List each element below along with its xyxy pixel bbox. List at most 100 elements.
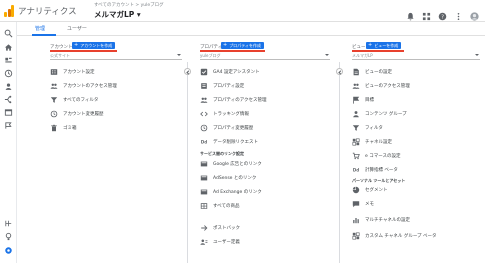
- list-item[interactable]: すべての商品: [200, 201, 240, 211]
- list-item[interactable]: GA4 設定アシスタント: [200, 67, 260, 77]
- create-property-button[interactable]: + プロパティを作成: [221, 42, 264, 49]
- list-item[interactable]: Dd 計算指標 ベータ: [352, 165, 398, 175]
- list-item[interactable]: Dd データ削除リクエスト: [200, 137, 258, 147]
- building-icon: [50, 68, 58, 76]
- user-def-icon: [200, 238, 208, 246]
- top-bar: アナリティクス すべてのアカウント > yuleブログ メルマガLP ▾ ?: [0, 0, 485, 22]
- cart-icon: [352, 152, 360, 160]
- list-item[interactable]: ゴミ箱: [50, 123, 77, 133]
- people-icon: [200, 96, 208, 104]
- search-icon[interactable]: [4, 29, 13, 38]
- list-item[interactable]: プロパティ設定: [200, 81, 244, 91]
- filter-icon: [50, 96, 58, 104]
- analytics-logo-icon[interactable]: [4, 5, 14, 17]
- dd-icon: Dd: [352, 166, 360, 174]
- list-item[interactable]: AdSense とのリンク: [200, 173, 256, 183]
- column-divider: [339, 62, 340, 263]
- active-tab-indicator: [32, 34, 56, 36]
- realtime-icon[interactable]: [4, 69, 13, 78]
- account-column: アカウント + アカウントを作成 公式サイト アカウント設定 アカウントのアクセス…: [50, 40, 182, 263]
- svg-text:Dd: Dd: [201, 140, 207, 145]
- link-card-icon: [200, 188, 208, 196]
- breadcrumb[interactable]: すべてのアカウント > yuleブログ: [94, 2, 164, 8]
- list-item[interactable]: チャネル設定: [352, 137, 392, 147]
- app-title: アナリティクス: [18, 7, 77, 17]
- list-item[interactable]: アカウント変更履歴: [50, 109, 104, 119]
- person-group-icon: [352, 110, 360, 118]
- admin-gear-icon[interactable]: [4, 246, 13, 255]
- property-selector[interactable]: メルマガLP ▾: [94, 9, 141, 20]
- people-icon: [352, 82, 360, 90]
- check-box-icon: [200, 68, 208, 76]
- create-account-button[interactable]: + アカウントを作成: [72, 42, 116, 49]
- filter-icon: [352, 124, 360, 132]
- history-icon: [50, 110, 58, 118]
- list-item[interactable]: ポストバック: [200, 223, 240, 233]
- red-underline: [50, 50, 117, 52]
- tracking-code-icon: [200, 110, 208, 118]
- acquisition-icon[interactable]: [4, 95, 13, 104]
- audience-icon[interactable]: [4, 82, 13, 91]
- svg-text:?: ?: [441, 15, 444, 21]
- list-item[interactable]: Google 広告とのリンク: [200, 159, 262, 169]
- red-underline: [200, 50, 265, 52]
- home-icon[interactable]: [4, 43, 13, 52]
- list-item[interactable]: プロパティのアクセス管理: [200, 95, 267, 105]
- red-underline: [352, 50, 404, 52]
- behavior-icon[interactable]: [4, 108, 13, 117]
- list-item[interactable]: すべてのフィルタ: [50, 95, 98, 105]
- list-item[interactable]: マルチチャネルの設定: [352, 215, 410, 225]
- chevron-left-icon[interactable]: [184, 68, 191, 75]
- property-select[interactable]: yuleブログ: [200, 53, 330, 60]
- channel-icon: [352, 232, 360, 240]
- history-icon: [200, 124, 208, 132]
- list-item[interactable]: カスタム チャネル グループ ベータ: [352, 231, 436, 241]
- channel-icon: [352, 138, 360, 146]
- avatar[interactable]: [470, 6, 479, 21]
- column-divider: [187, 62, 188, 263]
- list-item[interactable]: コンテンツ グループ: [352, 109, 407, 119]
- list-item[interactable]: e コマースの設定: [352, 151, 400, 161]
- attribution-icon[interactable]: [4, 219, 13, 228]
- list-item[interactable]: フィルタ: [352, 123, 383, 133]
- dd-icon: Dd: [200, 138, 208, 146]
- list-item[interactable]: ビューの設定: [352, 67, 392, 77]
- list-item[interactable]: Ad Exchange のリンク: [200, 187, 262, 197]
- admin-tabs: 管理 ユーザー: [17, 22, 485, 36]
- view-column: ビュー + ビューを作成 メルマガLP ビューの設定 ビューのアクセス管理 目標 …: [352, 40, 480, 263]
- list-item[interactable]: メモ: [352, 199, 374, 209]
- list-item[interactable]: セグメント: [352, 185, 388, 195]
- chart-icon: [352, 216, 360, 224]
- account-select[interactable]: 公式サイト: [50, 53, 182, 60]
- apps-grid-icon[interactable]: [422, 6, 431, 21]
- chevron-left-icon[interactable]: [336, 68, 343, 75]
- view-select[interactable]: メルマガLP: [352, 53, 480, 60]
- memo-icon: [352, 200, 360, 208]
- tab-user[interactable]: ユーザー: [67, 25, 87, 32]
- people-icon: [50, 82, 58, 90]
- left-sidebar: [0, 22, 17, 263]
- list-item[interactable]: 目標: [352, 95, 374, 105]
- link-card-icon: [200, 160, 208, 168]
- list-item[interactable]: アカウント設定: [50, 67, 95, 77]
- notifications-icon[interactable]: [406, 6, 415, 21]
- list-item[interactable]: アカウントのアクセス管理: [50, 81, 117, 91]
- list-item[interactable]: ユーザー定義: [200, 237, 240, 247]
- tab-admin[interactable]: 管理: [35, 25, 45, 32]
- svg-text:Dd: Dd: [353, 168, 359, 173]
- list-item[interactable]: トラッキング情報: [200, 109, 249, 119]
- help-icon[interactable]: ?: [438, 6, 447, 21]
- discover-icon[interactable]: [4, 232, 13, 241]
- section-title: サービス間のリンク設定: [200, 151, 244, 156]
- list-item[interactable]: ビューのアクセス管理: [352, 81, 410, 91]
- conversions-icon[interactable]: [4, 121, 13, 130]
- trash-icon: [50, 124, 58, 132]
- segment-icon: [352, 186, 360, 194]
- customization-icon[interactable]: [4, 56, 13, 65]
- list-item[interactable]: プロパティ変更履歴: [200, 123, 253, 133]
- flag-icon: [352, 96, 360, 104]
- postback-icon: [200, 224, 208, 232]
- more-vert-icon[interactable]: [454, 6, 463, 21]
- property-settings-icon: [200, 82, 208, 90]
- create-view-button[interactable]: + ビューを作成: [366, 42, 402, 49]
